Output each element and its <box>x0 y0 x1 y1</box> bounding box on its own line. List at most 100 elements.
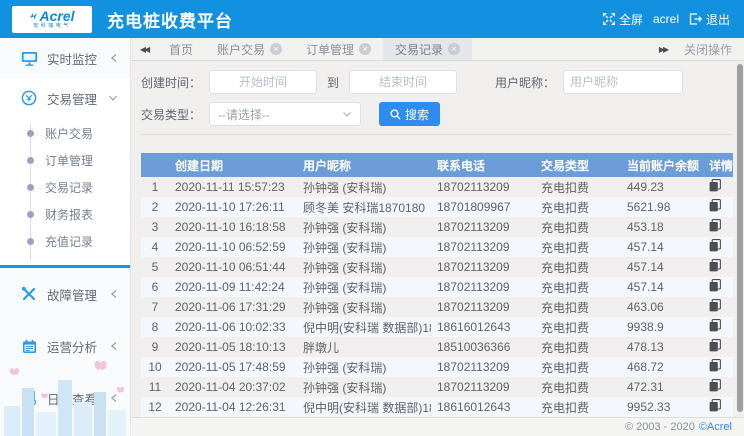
username[interactable]: acrel <box>653 12 679 26</box>
cell-index: 1 <box>141 180 169 194</box>
tabs-scroll-left-icon[interactable]: ◀◀ <box>131 38 157 60</box>
col-header-nickname: 用户昵称 <box>297 157 431 174</box>
tab-account-transactions[interactable]: 账户交易 × <box>205 38 294 60</box>
sidebar-item-financial-reports[interactable]: 财务报表 <box>0 201 130 228</box>
table-row[interactable]: 4 2020-11-10 06:52:59 孙钟强 (安科瑞) 18702113… <box>141 237 733 257</box>
col-header-create-date: 创建日期 <box>169 157 297 174</box>
table-row[interactable]: 8 2020-11-06 10:02:33 倪中明(安科瑞 数据部)18 186… <box>141 317 733 337</box>
cell-type: 充电扣费 <box>535 379 621 396</box>
close-actions-dropdown[interactable]: 关闭操作 <box>676 41 744 58</box>
detail-copy-icon[interactable] <box>709 299 721 312</box>
footer-brand-link[interactable]: ©Acrel <box>699 421 732 433</box>
cell-nickname: 倪中明(安科瑞 数据部)18 <box>297 319 431 336</box>
transaction-type-select[interactable]: --请选择-- <box>209 102 361 126</box>
cell-phone: 18702113209 <box>431 360 535 374</box>
table-row[interactable]: 5 2020-11-10 06:51:44 孙钟强 (安科瑞) 18702113… <box>141 257 733 277</box>
detail-copy-icon[interactable] <box>709 279 721 292</box>
tabs-scroll-right-icon[interactable]: ▶▶ <box>650 45 676 54</box>
sidebar-item-account-transactions[interactable]: 账户交易 <box>0 120 130 147</box>
cell-type: 充电扣费 <box>535 299 621 316</box>
detail-copy-icon[interactable] <box>709 319 721 332</box>
table-row[interactable]: 6 2020-11-09 11:42:24 孙钟强 (安科瑞) 18702113… <box>141 277 733 297</box>
detail-copy-icon[interactable] <box>709 199 721 212</box>
chevron-left-icon <box>110 393 118 403</box>
detail-copy-icon[interactable] <box>709 179 721 192</box>
cell-index: 5 <box>141 260 169 274</box>
detail-copy-icon[interactable] <box>709 379 721 392</box>
tab-close-icon[interactable]: × <box>448 43 460 55</box>
chevron-down-icon <box>108 94 118 102</box>
sidebar-item-label: 实时监控 <box>47 49 97 68</box>
tab-transaction-records[interactable]: 交易记录 × <box>383 38 472 60</box>
cell-type: 充电扣费 <box>535 279 621 296</box>
cell-phone: 18616012643 <box>431 320 535 334</box>
detail-copy-icon[interactable] <box>709 399 721 412</box>
sidebar-item-recharge-records[interactable]: 充值记录 <box>0 228 130 255</box>
scrollbar-thumb[interactable] <box>737 64 743 412</box>
sidebar-item-label: 运营分析 <box>47 337 97 356</box>
sidebar-item-order-management[interactable]: 订单管理 <box>0 147 130 174</box>
search-button[interactable]: 搜索 <box>379 102 440 126</box>
tab-close-icon[interactable]: × <box>270 43 282 55</box>
cell-index: 11 <box>141 380 169 394</box>
cell-type: 充电扣费 <box>535 399 621 416</box>
cell-phone: 18702113209 <box>431 240 535 254</box>
fullscreen-button[interactable]: 全屏 <box>603 11 643 28</box>
sidebar-item-fault-management[interactable]: 故障管理 <box>0 274 130 314</box>
transactions-table: 创建日期 用户昵称 联系电话 交易类型 当前账户余额 详情 1 2020-11-… <box>141 153 733 417</box>
table-row[interactable]: 1 2020-11-11 15:57:23 孙钟强 (安科瑞) 18702113… <box>141 177 733 197</box>
logout-button[interactable]: 退出 <box>689 11 730 28</box>
cell-balance: 457.14 <box>621 260 703 274</box>
log-icon <box>20 390 38 406</box>
table-row[interactable]: 11 2020-11-04 20:37:02 孙钟强 (安科瑞) 1870211… <box>141 377 733 397</box>
detail-copy-icon[interactable] <box>709 359 721 372</box>
logout-label: 退出 <box>706 11 730 28</box>
calendar-icon <box>20 339 38 354</box>
cell-phone: 18702113209 <box>431 220 535 234</box>
col-header-detail: 详情 <box>703 157 733 174</box>
table-body: 1 2020-11-11 15:57:23 孙钟强 (安科瑞) 18702113… <box>141 177 733 417</box>
vertical-scrollbar[interactable] <box>736 62 744 416</box>
detail-copy-icon[interactable] <box>709 239 721 252</box>
sidebar-item-operation-analysis[interactable]: 运营分析 <box>0 326 130 366</box>
nickname-label: 用户昵称： <box>495 74 555 91</box>
start-time-input[interactable] <box>209 70 317 94</box>
sidebar-blue-divider <box>0 265 130 268</box>
bullet-icon <box>27 184 34 191</box>
end-time-input[interactable] <box>349 70 457 94</box>
table-row[interactable]: 12 2020-11-04 12:26:31 倪中明(安科瑞 数据部)18 18… <box>141 397 733 417</box>
tab-close-icon[interactable]: × <box>359 43 371 55</box>
app-window: Acrel 安科瑞电气 充电桩收费平台 全屏 acrel 退出 <box>0 0 744 436</box>
cell-nickname: 倪中明(安科瑞 数据部)18 <box>297 399 431 416</box>
cell-nickname: 孙钟强 (安科瑞) <box>297 239 431 256</box>
table-row[interactable]: 7 2020-11-06 17:31:29 孙钟强 (安科瑞) 18702113… <box>141 297 733 317</box>
submenu-label: 财务报表 <box>45 206 93 223</box>
sidebar-item-transaction-records[interactable]: 交易记录 <box>0 174 130 201</box>
table-row[interactable]: 2 2020-11-10 17:26:11 顾冬美 安科瑞1870180 187… <box>141 197 733 217</box>
cell-balance: 463.06 <box>621 300 703 314</box>
cell-index: 4 <box>141 240 169 254</box>
cell-type: 充电扣费 <box>535 179 621 196</box>
table-row[interactable]: 3 2020-11-10 16:18:58 孙钟强 (安科瑞) 18702113… <box>141 217 733 237</box>
table-row[interactable]: 9 2020-11-05 18:10:13 胖墩儿 18510036366 充电… <box>141 337 733 357</box>
table-row[interactable]: 10 2020-11-05 17:48:59 孙钟强 (安科瑞) 1870211… <box>141 357 733 377</box>
sidebar-item-log-viewer[interactable]: 日志查看 <box>0 378 130 418</box>
top-header: Acrel 安科瑞电气 充电桩收费平台 全屏 acrel 退出 <box>0 0 744 38</box>
sidebar-item-transaction-management[interactable]: 交易管理 <box>0 78 130 118</box>
cell-phone: 18702113209 <box>431 300 535 314</box>
chevron-left-icon <box>110 341 118 351</box>
cell-index: 7 <box>141 300 169 314</box>
sidebar-item-realtime-monitor[interactable]: 实时监控 <box>0 38 130 78</box>
tab-home[interactable]: 首页 <box>157 38 205 60</box>
cell-phone: 18702113209 <box>431 380 535 394</box>
detail-copy-icon[interactable] <box>709 259 721 272</box>
col-header-balance: 当前账户余额 <box>621 157 703 174</box>
detail-copy-icon[interactable] <box>709 339 721 352</box>
nickname-input[interactable] <box>563 70 683 94</box>
create-time-label: 创建时间： <box>141 74 201 91</box>
detail-copy-icon[interactable] <box>709 219 721 232</box>
cell-balance: 457.14 <box>621 240 703 254</box>
cell-date: 2020-11-10 17:26:11 <box>169 200 297 214</box>
tab-order-management[interactable]: 订单管理 × <box>294 38 383 60</box>
main-area: ◀◀ 首页 账户交易 × 订单管理 × 交易记录 × ▶▶ <box>131 38 744 436</box>
